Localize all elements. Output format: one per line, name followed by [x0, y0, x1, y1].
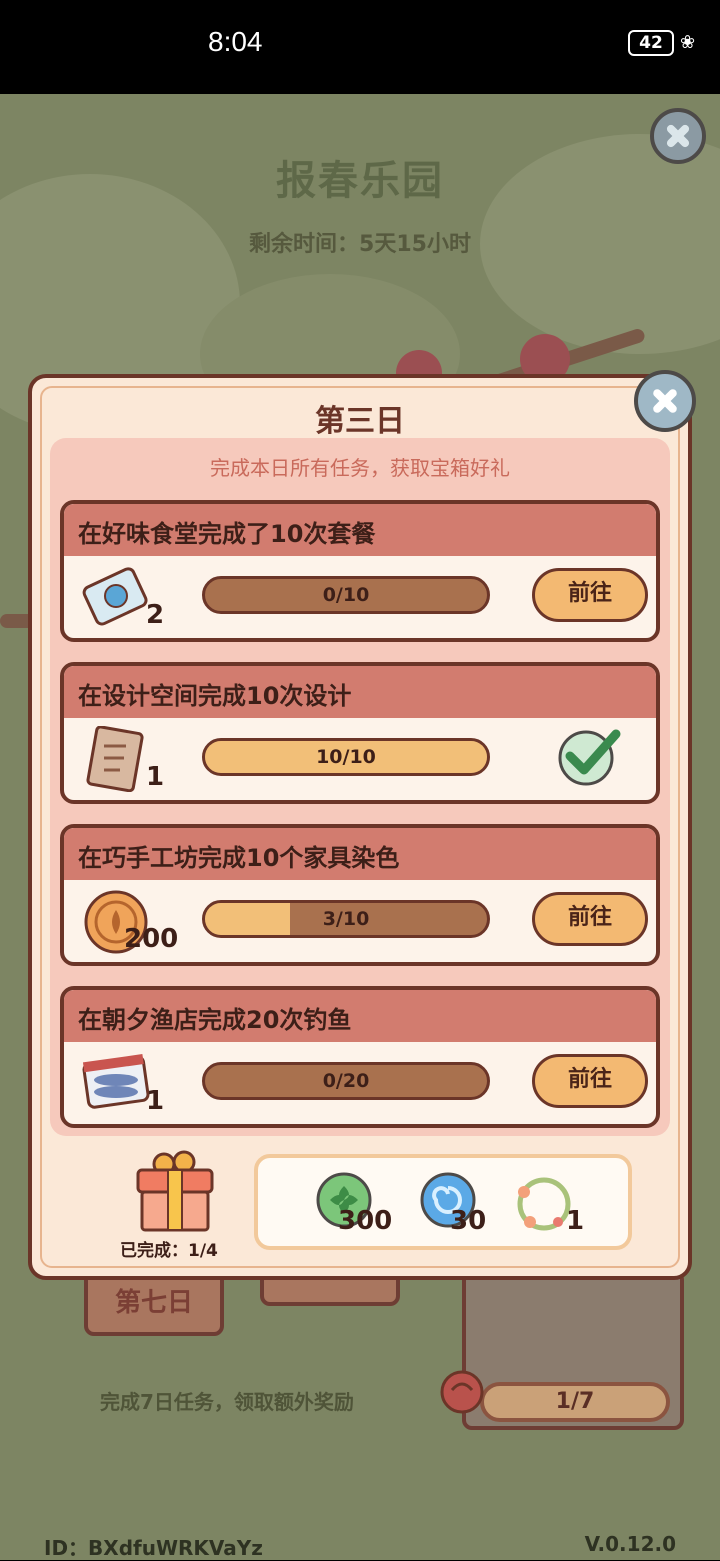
go-button[interactable]: 前往 [532, 892, 648, 946]
charging-leaf-icon: ❀ [680, 32, 696, 53]
player-id: ID：BXdfuWRKVaYz [44, 1536, 263, 1560]
task-progress-bar: 0/20 [202, 1062, 490, 1100]
dialog-title: 第三日 [315, 404, 405, 439]
progress-text: 3/10 [322, 908, 370, 930]
task-progress-bar: 3/10 [202, 900, 490, 938]
task-header: 在巧手工坊完成10个家具染色 [64, 828, 656, 880]
reward-item: 30 [418, 1172, 498, 1236]
battery-icon: 42 [628, 30, 674, 56]
remaining-time: 剩余时间：5天15小时 [249, 232, 471, 257]
task-title: 在朝夕渔店完成20次钓鱼 [78, 1006, 352, 1034]
reward-item: 1 [508, 1172, 588, 1236]
task-card: 在好味食堂完成了10次套餐 2 0/10 前往 [60, 500, 660, 642]
reward-panel: 300 30 1 [254, 1154, 632, 1250]
reward-count: 2 [146, 600, 165, 630]
treasure-chest-icon[interactable] [134, 1150, 216, 1234]
close-page-icon[interactable] [650, 108, 706, 164]
task-card: 在巧手工坊完成10个家具染色 200 3/10 前往 [60, 824, 660, 966]
progress-text: 10/10 [316, 746, 376, 768]
reward-count: 200 [124, 924, 179, 954]
go-button[interactable]: 前往 [532, 568, 648, 622]
ticket-icon [82, 567, 148, 626]
rose-icon [440, 1370, 484, 1414]
task-title: 在好味食堂完成了10次套餐 [78, 520, 376, 548]
page-title: 报春乐园 [276, 158, 444, 204]
task-header: 在设计空间完成10次设计 [64, 666, 656, 718]
task-title: 在设计空间完成10次设计 [78, 682, 352, 710]
close-dialog-icon[interactable] [634, 370, 696, 432]
seven-day-hint: 完成7日任务，领取额外奖励 [100, 1390, 354, 1414]
task-progress-bar: 0/10 [202, 576, 490, 614]
go-button[interactable]: 前往 [532, 1054, 648, 1108]
version-label: V.0.12.0 [584, 1532, 676, 1556]
task-header: 在朝夕渔店完成20次钓鱼 [64, 990, 656, 1042]
task-card: 在设计空间完成10次设计 1 10/10 [60, 662, 660, 804]
reward-count: 1 [146, 1086, 165, 1116]
reward-item: 300 [314, 1172, 394, 1236]
status-bar: 8:04 42 ❀ [0, 0, 720, 94]
blueprint-scroll-icon [86, 726, 144, 792]
check-complete-icon [558, 729, 621, 786]
reward-count: 30 [450, 1206, 487, 1236]
dialog-subtitle: 完成本日所有任务，获取宝箱好礼 [210, 456, 510, 480]
task-header: 在好味食堂完成了10次套餐 [64, 504, 656, 556]
task-title: 在巧手工坊完成10个家具染色 [78, 844, 400, 872]
seven-day-progress: 1/7 [480, 1382, 670, 1422]
reward-count: 1 [566, 1206, 585, 1236]
task-progress-bar: 10/10 [202, 738, 490, 776]
progress-text: 0/20 [322, 1070, 370, 1092]
task-card: 在朝夕渔店完成20次钓鱼 1 0/20 前往 [60, 986, 660, 1128]
chest-completed-label: 已完成：1/4 [120, 1241, 218, 1261]
fish-box-icon [82, 1054, 150, 1109]
reward-count: 300 [338, 1206, 393, 1236]
progress-text: 0/10 [322, 584, 370, 606]
status-time: 8:04 [208, 26, 263, 57]
reward-count: 1 [146, 762, 165, 792]
